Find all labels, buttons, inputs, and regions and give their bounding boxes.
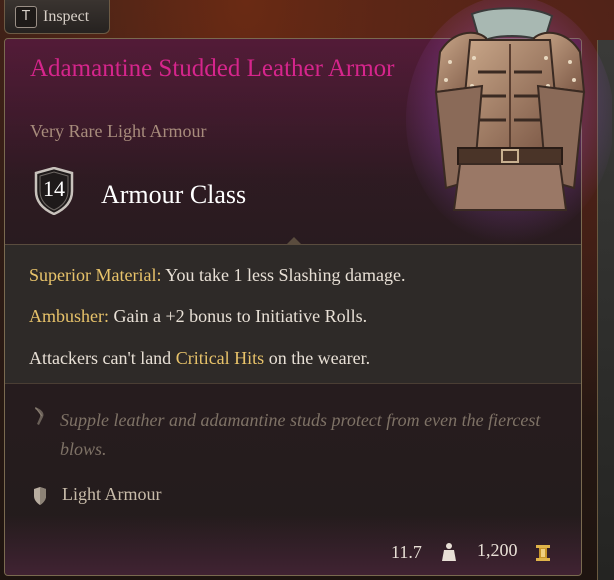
light-armour-shield-icon (34, 487, 46, 505)
weight-icon (442, 543, 456, 561)
item-properties: Superior Material: You take 1 less Slash… (5, 245, 581, 383)
quill-icon (35, 407, 44, 425)
property-critical-hits: Attackers can't land Critical Hits on th… (29, 348, 370, 369)
inspect-key-hint: T (15, 5, 37, 28)
property-superior-material[interactable]: Superior Material: You take 1 less Slash… (29, 265, 405, 286)
property-ambusher[interactable]: Ambusher: Gain a +2 bonus to Initiative … (29, 306, 367, 327)
property-text: on the wearer. (264, 348, 371, 368)
inspect-button[interactable]: T Inspect (4, 0, 110, 34)
property-name: Superior Material: (29, 265, 162, 285)
item-weight: 11.7 (391, 542, 422, 562)
item-rarity-type: Very Rare Light Armour (30, 121, 207, 141)
critical-hits-link[interactable]: Critical Hits (176, 348, 265, 368)
item-price: 1,200 (477, 540, 518, 560)
armor-item-image (406, 0, 612, 244)
section-notch (287, 237, 301, 244)
armour-class-value: 14 (43, 176, 65, 201)
inspect-label: Inspect (43, 7, 90, 25)
item-name: Adamantine Studded Leather Armor (30, 55, 395, 82)
property-text: You take 1 less Slashing damage. (161, 265, 406, 285)
property-text: Gain a +2 bonus to Initiative Rolls. (109, 306, 368, 326)
item-category: Light Armour (62, 484, 162, 504)
divider (5, 383, 581, 384)
property-name: Ambusher: (29, 306, 109, 326)
property-text: Attackers can't land (29, 348, 176, 368)
gold-coin-icon (536, 545, 550, 561)
flavor-text: Supple leather and adamantine studs prot… (60, 410, 541, 459)
armour-class-label: Armour Class (101, 180, 247, 209)
